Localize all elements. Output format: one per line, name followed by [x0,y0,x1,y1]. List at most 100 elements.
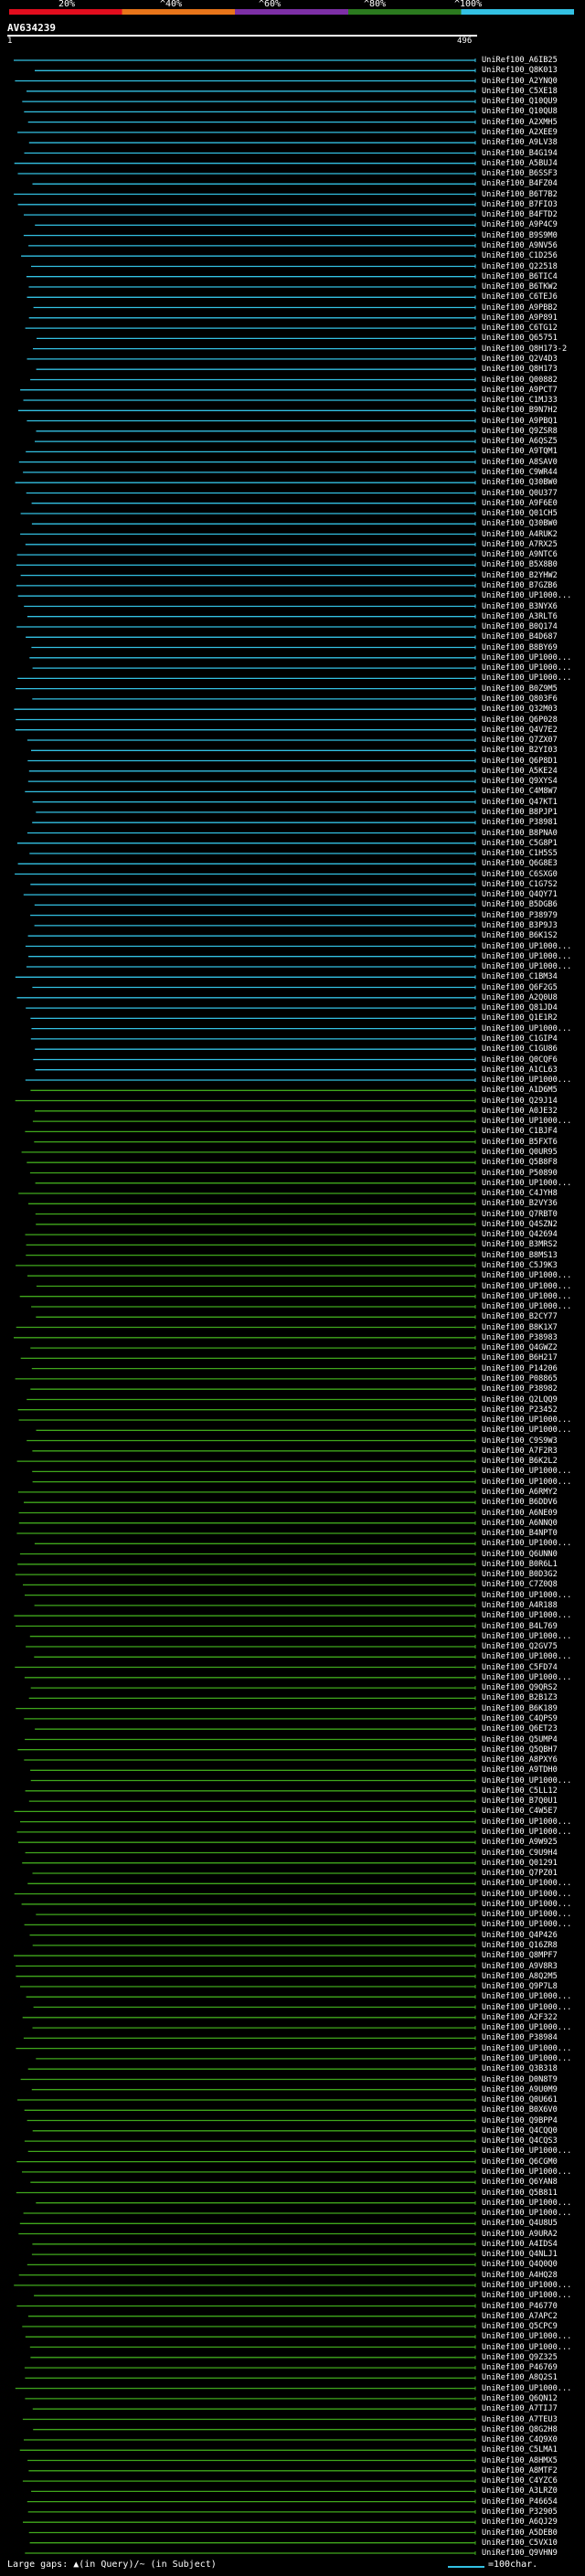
hit-label[interactable]: UniRef100_UP1000... [482,962,571,971]
hit-label[interactable]: UniRef100_A9NTC6 [482,550,558,559]
hit-label[interactable]: UniRef100_A5KE24 [482,767,558,776]
hit-label[interactable]: UniRef100_C5XE18 [482,87,558,96]
hit-label[interactable]: UniRef100_C4W5E7 [482,1807,558,1816]
hit-label[interactable]: UniRef100_C6TEJ6 [482,292,558,302]
hit-label[interactable]: UniRef100_Q65751 [482,334,558,343]
hit-label[interactable]: UniRef100_Q9QRS2 [482,1683,558,1692]
hit-label[interactable]: UniRef100_A6RMY2 [482,1488,558,1497]
hit-label[interactable]: UniRef100_B2YHW2 [482,571,558,580]
hit-label[interactable]: UniRef100_A7RX25 [482,540,558,549]
hit-label[interactable]: UniRef100_A3LRZ0 [482,2486,558,2496]
hit-label[interactable]: UniRef100_P38983 [482,1333,558,1342]
hit-label[interactable]: UniRef100_Q6YAN8 [482,2178,558,2187]
hit-label[interactable]: UniRef100_UP1000... [482,1478,571,1487]
hit-label[interactable]: UniRef100_Q6CGM0 [482,2157,558,2167]
hit-label[interactable]: UniRef100_A9P4C9 [482,220,558,229]
hit-label[interactable]: UniRef100_C4M8W7 [482,787,558,796]
hit-label[interactable]: UniRef100_B6K189 [482,1704,558,1713]
hit-label[interactable]: UniRef100_B8PNA0 [482,829,558,838]
hit-label[interactable]: UniRef100_UP1000... [482,2384,571,2393]
hit-label[interactable]: UniRef100_C7Z0Q8 [482,1580,558,1589]
hit-label[interactable]: UniRef100_UP1000... [482,1282,571,1291]
hit-label[interactable]: UniRef100_Q6P028 [482,716,558,725]
hit-label[interactable]: UniRef100_Q42694 [482,1230,558,1239]
hit-label[interactable]: UniRef100_C5LMA1 [482,2445,558,2454]
hit-label[interactable]: UniRef100_UP1000... [482,2199,571,2208]
hit-label[interactable]: UniRef100_B6SSF3 [482,169,558,178]
hit-label[interactable]: UniRef100_A6NNQ0 [482,1519,558,1528]
hit-label[interactable]: UniRef100_A9F6E0 [482,499,558,508]
hit-label[interactable]: UniRef100_A8Q2M5 [482,1972,558,1981]
hit-label[interactable]: UniRef100_P14206 [482,1364,558,1373]
hit-label[interactable]: UniRef100_P38981 [482,818,558,827]
hit-label[interactable]: UniRef100_A4RUK2 [482,530,558,539]
hit-label[interactable]: UniRef100_B8MS13 [482,1251,558,1260]
hit-label[interactable]: UniRef100_B3P9J3 [482,921,558,930]
hit-label[interactable]: UniRef100_B2CY77 [482,1312,558,1321]
hit-label[interactable]: UniRef100_B4G194 [482,149,558,158]
hit-label[interactable]: UniRef100_Q6QN12 [482,2394,558,2403]
hit-label[interactable]: UniRef100_Q6F2G5 [482,983,558,992]
hit-label[interactable]: UniRef100_B6TKW2 [482,282,558,292]
hit-label[interactable]: UniRef100_B3NYX6 [482,602,558,611]
hit-label[interactable]: UniRef100_UP1000... [482,1776,571,1786]
hit-label[interactable]: UniRef100_P50890 [482,1169,558,1178]
hit-label[interactable]: UniRef100_A2XEE9 [482,128,558,137]
hit-label[interactable]: UniRef100_C1G7S2 [482,880,558,889]
hit-label[interactable]: UniRef100_UP1000... [482,1024,571,1034]
hit-label[interactable]: UniRef100_B3MRS2 [482,1240,558,1249]
hit-label[interactable]: UniRef100_UP1000... [482,1179,571,1188]
hit-label[interactable]: UniRef100_A8Q2S1 [482,2373,558,2382]
hit-label[interactable]: UniRef100_UP1000... [482,942,571,951]
hit-label[interactable]: UniRef100_UP1000... [482,591,571,600]
hit-label[interactable]: UniRef100_UP1000... [482,2209,571,2218]
hit-label[interactable]: UniRef100_Q9P7L8 [482,1982,558,1991]
hit-label[interactable]: UniRef100_UP1000... [482,1890,571,1899]
hit-label[interactable]: UniRef100_UP1000... [482,1652,571,1661]
hit-label[interactable]: UniRef100_UP1000... [482,1271,571,1280]
hit-label[interactable]: UniRef100_B9N7H2 [482,406,558,415]
hit-label[interactable]: UniRef100_Q8MPF7 [482,1951,558,1960]
hit-label[interactable]: UniRef100_B2B1Z3 [482,1693,558,1702]
hit-label[interactable]: UniRef100_B4NPT0 [482,1529,558,1538]
hit-label[interactable]: UniRef100_B5FXT6 [482,1138,558,1147]
hit-label[interactable]: UniRef100_A0JE32 [482,1107,558,1116]
hit-label[interactable]: UniRef100_A9NV56 [482,241,558,250]
hit-label[interactable]: UniRef100_A5DEB0 [482,2528,558,2538]
hit-label[interactable]: UniRef100_B5DGB6 [482,900,558,909]
hit-label[interactable]: UniRef100_UP1000... [482,673,571,683]
hit-label[interactable]: UniRef100_Q9ZSR8 [482,427,558,436]
hit-label[interactable]: UniRef100_A2XMH5 [482,118,558,127]
hit-label[interactable]: UniRef100_A9U0M9 [482,2085,558,2094]
hit-label[interactable]: UniRef100_A9TDH0 [482,1765,558,1775]
hit-label[interactable]: UniRef100_B8K1X7 [482,1323,558,1332]
hit-label[interactable]: UniRef100_C9S9W3 [482,1436,558,1446]
hit-label[interactable]: UniRef100_B9S9M0 [482,231,558,240]
hit-label[interactable]: UniRef100_UP1000... [482,1415,571,1425]
hit-label[interactable]: UniRef100_C5VX10 [482,2539,558,2548]
hit-label[interactable]: UniRef100_B2YI03 [482,746,558,755]
hit-label[interactable]: UniRef100_A8SAV0 [482,458,558,467]
hit-label[interactable]: UniRef100_B0Q174 [482,622,558,631]
hit-label[interactable]: UniRef100_Q4P426 [482,1931,558,1940]
hit-label[interactable]: UniRef100_B0X6V0 [482,2105,558,2115]
hit-label[interactable]: UniRef100_Q6UNN0 [482,1550,558,1559]
hit-label[interactable]: UniRef100_Q30BW0 [482,478,558,487]
hit-label[interactable]: UniRef100_UP1000... [482,1076,571,1085]
hit-label[interactable]: UniRef100_Q0U661 [482,2095,558,2104]
hit-label[interactable]: UniRef100_UP1000... [482,1539,571,1548]
hit-label[interactable]: UniRef100_C1BM34 [482,972,558,981]
hit-label[interactable]: UniRef100_UP1000... [482,1591,571,1600]
hit-label[interactable]: UniRef100_B6K1S2 [482,931,558,940]
hit-label[interactable]: UniRef100_Q8H173 [482,365,558,374]
hit-label[interactable]: UniRef100_Q22518 [482,262,558,271]
hit-label[interactable]: UniRef100_A5BUJ4 [482,159,558,168]
hit-label[interactable]: UniRef100_Q47KT1 [482,798,558,807]
hit-label[interactable]: UniRef100_P38984 [482,2033,558,2042]
hit-label[interactable]: UniRef100_C6TG12 [482,323,558,333]
hit-label[interactable]: UniRef100_Q8H173-2 [482,345,567,354]
hit-label[interactable]: UniRef100_UP1000... [482,2044,571,2053]
hit-label[interactable]: UniRef100_B4D687 [482,632,558,641]
hit-label[interactable]: UniRef100_B4L769 [482,1622,558,1631]
hit-label[interactable]: UniRef100_Q4V7E2 [482,726,558,735]
